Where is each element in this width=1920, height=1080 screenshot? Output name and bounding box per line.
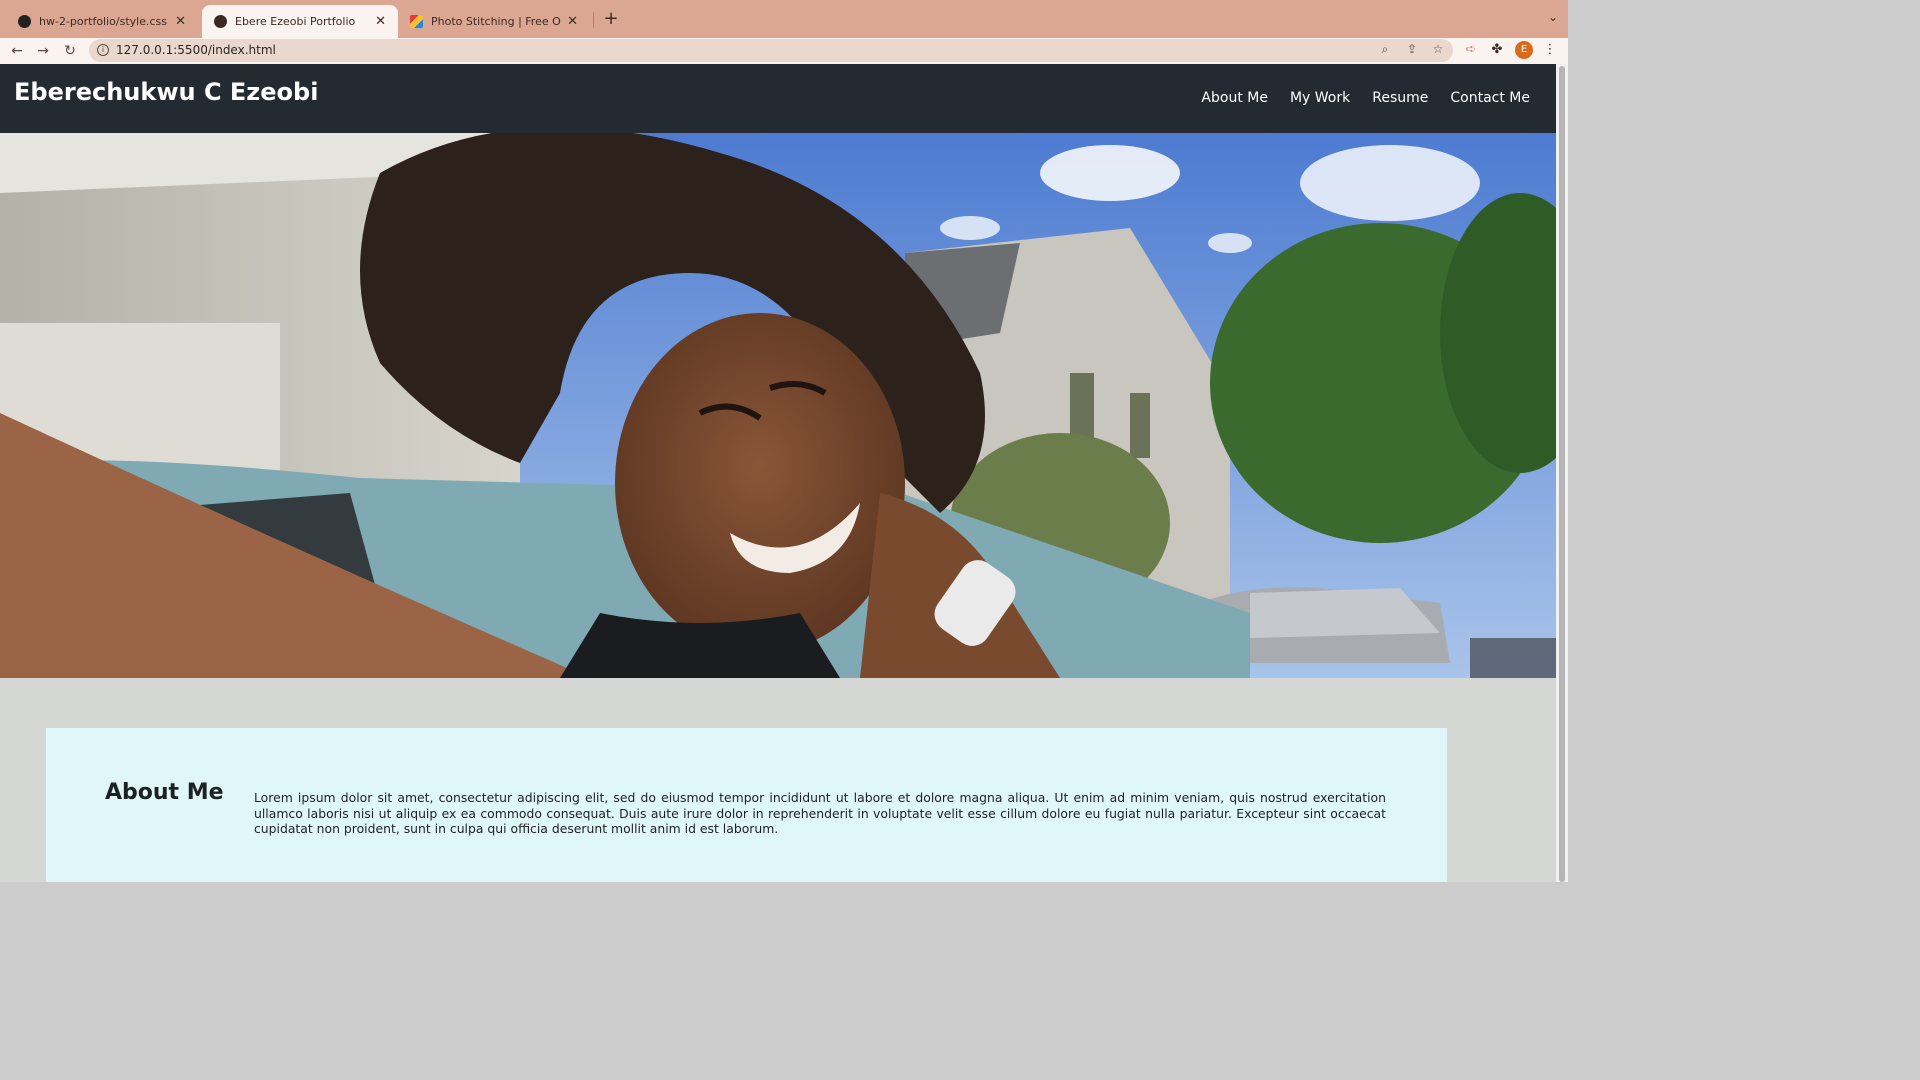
back-arrow-icon[interactable]: ← xyxy=(7,41,27,61)
puzzle-icon[interactable]: ✤ xyxy=(1488,42,1506,57)
zoom-icon[interactable]: ⌕ xyxy=(1377,42,1393,57)
page-scrollbar[interactable] xyxy=(1556,64,1568,882)
reload-icon[interactable]: ↻ xyxy=(60,41,80,61)
about-section: About Me Lorem ipsum dolor sit amet, con… xyxy=(46,728,1447,882)
page-viewport: Eberechukwu C Ezeobi About Me My Work Re… xyxy=(0,64,1556,882)
tab-title: hw-2-portfolio/style.css at mai xyxy=(39,15,169,28)
browser-toolbar: ← → ↻ i 127.0.0.1:5500/index.html ⌕ ⇪ ☆ … xyxy=(0,38,1568,64)
about-heading: About Me xyxy=(105,780,224,805)
tab-divider xyxy=(593,12,594,28)
hero-photo xyxy=(0,133,1556,678)
chevron-down-icon[interactable]: ⌄ xyxy=(1548,10,1558,24)
tab-title: Photo Stitching | Free Online Pi xyxy=(431,15,561,28)
new-tab-button[interactable]: + xyxy=(602,9,620,29)
site-nav: About Me My Work Resume Contact Me xyxy=(1201,90,1530,106)
photo-app-icon xyxy=(410,15,423,28)
extension-icon[interactable]: ➪ xyxy=(1462,42,1480,57)
scrollbar-thumb[interactable] xyxy=(1559,66,1565,882)
close-icon[interactable]: ✕ xyxy=(375,14,386,29)
avatar[interactable]: E xyxy=(1515,41,1533,59)
url-text[interactable]: 127.0.0.1:5500/index.html xyxy=(116,43,276,57)
address-bar[interactable]: i 127.0.0.1:5500/index.html ⌕ ⇪ ☆ xyxy=(89,39,1453,62)
kebab-menu-icon[interactable]: ⋮ xyxy=(1541,42,1559,57)
tab-photo-stitching[interactable]: Photo Stitching | Free Online Pi ✕ xyxy=(398,5,590,38)
hero-photo-illustration xyxy=(0,133,1556,678)
nav-link-work[interactable]: My Work xyxy=(1290,90,1350,106)
site-info-icon[interactable]: i xyxy=(97,44,109,56)
forward-arrow-icon[interactable]: → xyxy=(33,41,53,61)
site-header: Eberechukwu C Ezeobi About Me My Work Re… xyxy=(0,64,1556,133)
close-icon[interactable]: ✕ xyxy=(175,14,186,29)
site-title: Eberechukwu C Ezeobi xyxy=(14,78,319,106)
close-icon[interactable]: ✕ xyxy=(567,14,578,29)
tab-portfolio[interactable]: Ebere Ezeobi Portfolio ✕ xyxy=(202,5,398,38)
about-paragraph: Lorem ipsum dolor sit amet, consectetur … xyxy=(254,790,1386,836)
globe-icon xyxy=(214,15,227,28)
nav-link-resume[interactable]: Resume xyxy=(1372,90,1428,106)
nav-link-contact[interactable]: Contact Me xyxy=(1450,90,1530,106)
tab-title: Ebere Ezeobi Portfolio xyxy=(235,15,356,28)
github-icon xyxy=(18,15,31,28)
tab-github[interactable]: hw-2-portfolio/style.css at mai ✕ xyxy=(6,5,198,38)
star-icon[interactable]: ☆ xyxy=(1430,42,1446,56)
nav-link-about[interactable]: About Me xyxy=(1201,90,1268,106)
tab-strip: hw-2-portfolio/style.css at mai ✕ Ebere … xyxy=(0,0,1568,38)
share-icon[interactable]: ⇪ xyxy=(1404,42,1420,56)
